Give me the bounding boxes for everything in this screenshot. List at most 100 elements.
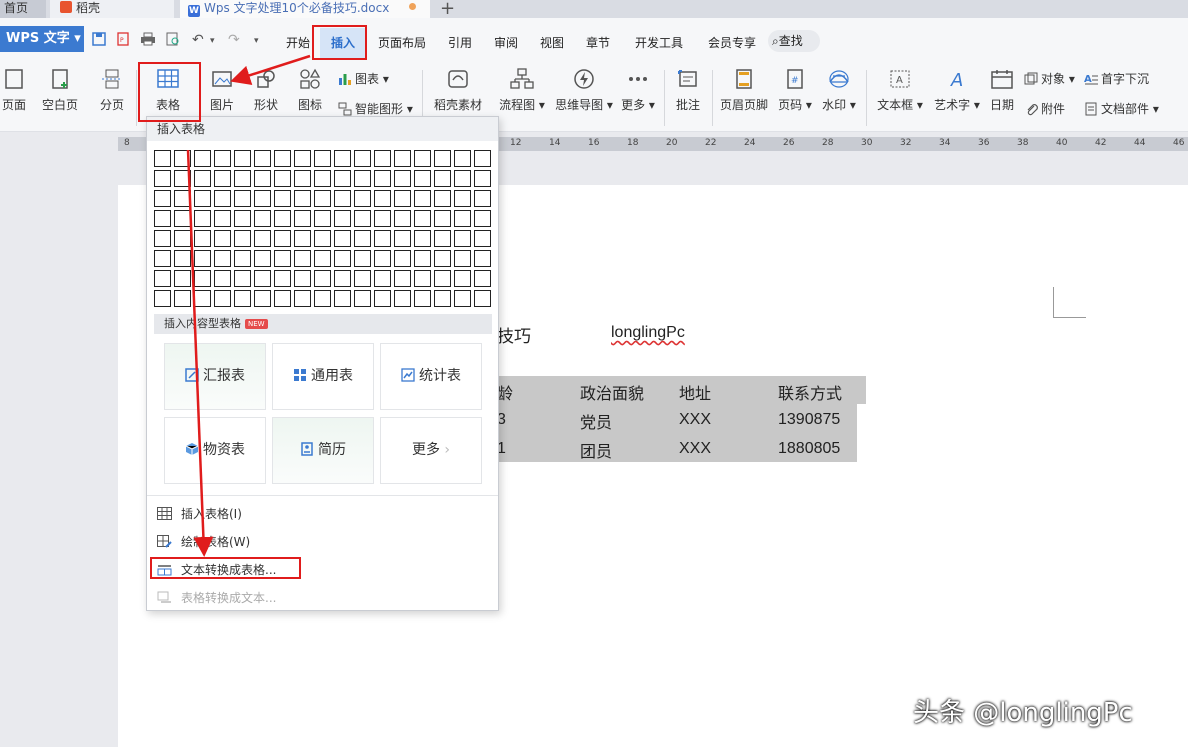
table-grid-cell[interactable] <box>274 190 291 207</box>
table-grid-cell[interactable] <box>454 170 471 187</box>
table-grid-cell[interactable] <box>354 270 371 287</box>
table-grid-cell[interactable] <box>434 290 451 307</box>
table-grid-cell[interactable] <box>454 270 471 287</box>
page-number-button[interactable]: # 页码 ▾ <box>776 68 814 113</box>
table-grid-cell[interactable] <box>474 210 491 227</box>
table-grid-cell[interactable] <box>414 190 431 207</box>
drop-cap-button[interactable]: A 首字下沉 <box>1084 70 1149 87</box>
table-grid-cell[interactable] <box>174 170 191 187</box>
menu-start[interactable]: 开始 <box>286 34 310 51</box>
table-grid-cell[interactable] <box>234 290 251 307</box>
table-grid-cell[interactable] <box>414 250 431 267</box>
table-grid-cell[interactable] <box>394 170 411 187</box>
chart-button[interactable]: 图表 ▾ <box>338 70 389 87</box>
smart-art-button[interactable]: 智能图形 ▾ <box>338 100 413 117</box>
wps-app-button[interactable]: WPS 文字 ▾ <box>0 26 84 52</box>
table-grid-cell[interactable] <box>314 270 331 287</box>
tab-document[interactable]: W Wps 文字处理10个必备技巧.docx <box>180 0 430 18</box>
table-grid-cell[interactable] <box>474 150 491 167</box>
table-grid-cell[interactable] <box>194 230 211 247</box>
table-grid-cell[interactable] <box>434 210 451 227</box>
table-grid-cell[interactable] <box>274 290 291 307</box>
table-grid-cell[interactable] <box>254 210 271 227</box>
table-grid-cell[interactable] <box>394 210 411 227</box>
table-grid-cell[interactable] <box>394 150 411 167</box>
table-grid-cell[interactable] <box>154 150 171 167</box>
table-grid-cell[interactable] <box>214 170 231 187</box>
table-grid-cell[interactable] <box>174 250 191 267</box>
export-pdf-icon[interactable]: P <box>116 32 130 50</box>
table-grid-cell[interactable] <box>154 270 171 287</box>
card-statistics-table[interactable]: 统计表 <box>380 343 482 410</box>
table-grid-cell[interactable] <box>234 250 251 267</box>
object-button[interactable]: 对象 ▾ <box>1024 70 1075 87</box>
table-grid-cell[interactable] <box>254 250 271 267</box>
textbox-button[interactable]: A 文本框 ▾ <box>876 68 924 113</box>
table-grid-cell[interactable] <box>434 230 451 247</box>
table-grid-cell[interactable] <box>234 230 251 247</box>
table-grid-cell[interactable] <box>294 230 311 247</box>
table-grid-cell[interactable] <box>254 290 271 307</box>
attachment-button[interactable]: 附件 <box>1024 100 1065 117</box>
table-grid-cell[interactable] <box>454 150 471 167</box>
table-grid-cell[interactable] <box>334 170 351 187</box>
print-preview-icon[interactable] <box>166 32 180 50</box>
table-grid-cell[interactable] <box>234 190 251 207</box>
table-grid-cell[interactable] <box>374 170 391 187</box>
table-grid-cell[interactable] <box>414 150 431 167</box>
table-grid-cell[interactable] <box>194 190 211 207</box>
table-cell[interactable]: 团员 <box>580 438 612 462</box>
table-grid-cell[interactable] <box>394 190 411 207</box>
document-title-text[interactable]: 技巧 <box>497 322 531 347</box>
picture-button[interactable]: 图片 <box>204 68 240 113</box>
table-cell[interactable]: XXX <box>679 411 711 429</box>
table-grid-cell[interactable] <box>294 190 311 207</box>
table-grid-cell[interactable] <box>374 210 391 227</box>
table-grid-cell[interactable] <box>354 190 371 207</box>
table-grid-cell[interactable] <box>154 250 171 267</box>
table-grid-cell[interactable] <box>414 270 431 287</box>
table-grid-cell[interactable] <box>294 210 311 227</box>
page-break-button[interactable]: 分页 <box>94 68 130 113</box>
table-grid-cell[interactable] <box>274 270 291 287</box>
table-grid-cell[interactable] <box>274 230 291 247</box>
shape-button[interactable]: 形状 <box>248 68 284 113</box>
table-grid-cell[interactable] <box>334 230 351 247</box>
table-grid-cell[interactable] <box>174 210 191 227</box>
table-grid-cell[interactable] <box>374 230 391 247</box>
table-grid-cell[interactable] <box>314 170 331 187</box>
table-grid-cell[interactable] <box>414 290 431 307</box>
card-materials-table[interactable]: 物资表 <box>164 417 266 484</box>
table-grid-cell[interactable] <box>214 190 231 207</box>
table-grid-cell[interactable] <box>474 190 491 207</box>
flowchart-button[interactable]: 流程图 ▾ <box>496 68 548 113</box>
table-grid-cell[interactable] <box>334 190 351 207</box>
table-grid-cell[interactable] <box>414 170 431 187</box>
card-general-table[interactable]: 通用表 <box>272 343 374 410</box>
table-grid-cell[interactable] <box>154 290 171 307</box>
table-grid-cell[interactable] <box>294 170 311 187</box>
table-grid-cell[interactable] <box>474 270 491 287</box>
table-grid-cell[interactable] <box>374 190 391 207</box>
print-icon[interactable] <box>140 32 156 50</box>
table-grid-cell[interactable] <box>474 250 491 267</box>
table-grid-cell[interactable] <box>454 250 471 267</box>
table-grid-cell[interactable] <box>334 290 351 307</box>
new-tab-button[interactable]: + <box>440 0 455 19</box>
table-header-cell[interactable]: 地址 <box>679 380 711 404</box>
more-button[interactable]: 更多 ▾ <box>620 68 656 113</box>
blank-page-button[interactable]: 空白页 <box>38 68 82 113</box>
comment-button[interactable]: 批注 <box>672 68 704 113</box>
table-grid-cell[interactable] <box>234 170 251 187</box>
table-cell[interactable]: 党员 <box>580 409 612 433</box>
tab-home[interactable]: 首页 <box>0 0 46 18</box>
search-box[interactable]: ⌕查找 <box>768 30 820 52</box>
table-grid-cell[interactable] <box>314 150 331 167</box>
table-grid-cell[interactable] <box>414 210 431 227</box>
document-author-text[interactable]: longlingPc <box>611 324 685 342</box>
table-grid-cell[interactable] <box>154 170 171 187</box>
menu-table-to-text[interactable]: 表格转换成文本... <box>157 589 276 606</box>
table-grid-cell[interactable] <box>334 270 351 287</box>
doc-parts-button[interactable]: 文档部件 ▾ <box>1084 100 1159 117</box>
table-grid-cell[interactable] <box>454 290 471 307</box>
